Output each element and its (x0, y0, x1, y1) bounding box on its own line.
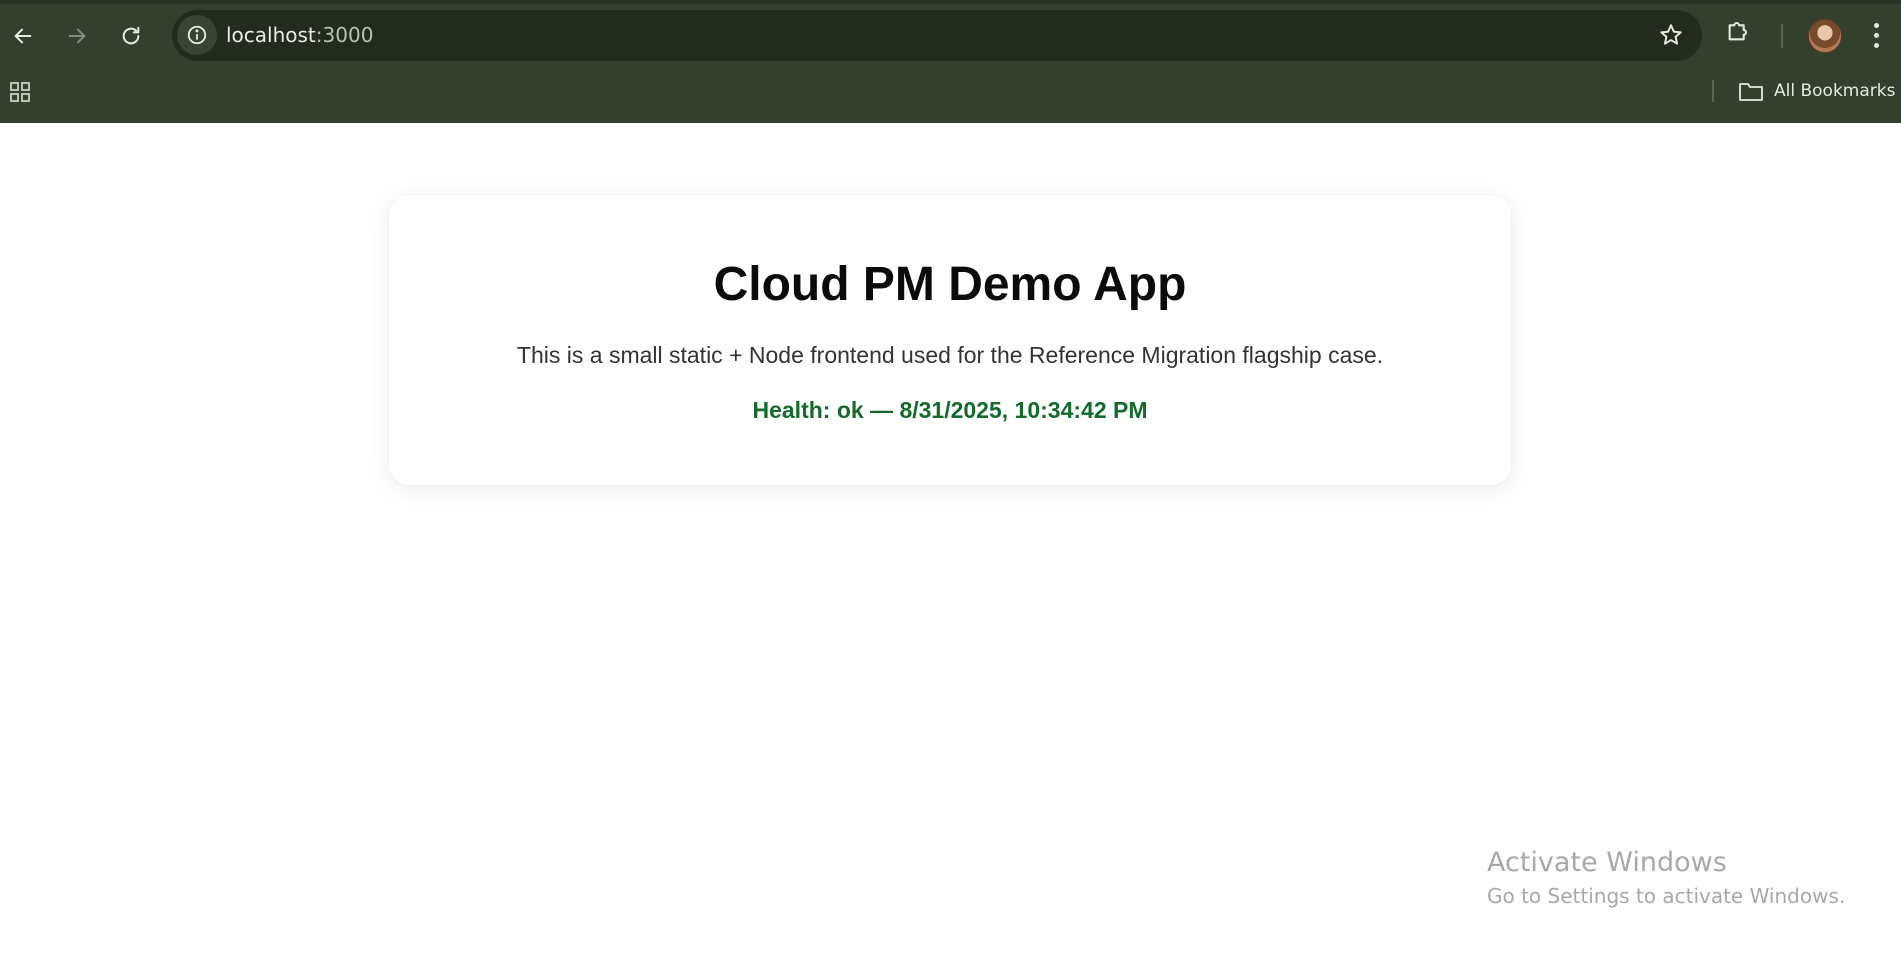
address-bar[interactable]: localhost:3000 (172, 10, 1702, 61)
bookmarks-separator (1712, 80, 1714, 102)
url-port: :3000 (315, 23, 374, 47)
page-title: Cloud PM Demo App (713, 258, 1187, 311)
folder-icon (1739, 83, 1763, 101)
forward-button[interactable] (55, 14, 99, 58)
extensions-button[interactable] (1725, 16, 1753, 49)
forward-arrow-icon (68, 28, 86, 44)
puzzle-icon (1728, 21, 1748, 41)
toolbar-separator (1781, 24, 1783, 48)
avatar[interactable] (1808, 19, 1842, 53)
watermark-title: Activate Windows (1487, 847, 1727, 878)
health-status: Health: ok — 8/31/2025, 10:34:42 PM (752, 397, 1148, 423)
all-bookmarks-label: All Bookmarks (1774, 81, 1896, 101)
back-button[interactable] (1, 14, 45, 58)
star-icon (1660, 24, 1682, 45)
tab-strip (0, 0, 1901, 4)
page-description: This is a small static + Node frontend u… (516, 342, 1384, 368)
site-info-button[interactable] (177, 15, 217, 55)
apps-grid-icon[interactable] (8, 80, 32, 109)
all-bookmarks-button[interactable]: All Bookmarks (1738, 78, 1895, 104)
back-arrow-icon (14, 28, 32, 44)
kebab-menu-icon[interactable] (1866, 18, 1886, 52)
activate-windows-watermark: Activate Windows Go to Settings to activ… (1487, 846, 1845, 910)
bookmark-star-button[interactable] (1658, 22, 1684, 53)
info-icon (187, 25, 207, 45)
url-host: localhost (226, 23, 316, 47)
reload-icon (122, 26, 140, 45)
watermark-subtitle: Go to Settings to activate Windows. (1487, 884, 1846, 908)
reload-button[interactable] (109, 14, 153, 58)
browser-chrome: localhost:3000 All Bookmarks (0, 0, 1901, 123)
url-text[interactable]: localhost:3000 (226, 24, 373, 46)
main-card: Cloud PM Demo App This is a small static… (389, 195, 1511, 485)
